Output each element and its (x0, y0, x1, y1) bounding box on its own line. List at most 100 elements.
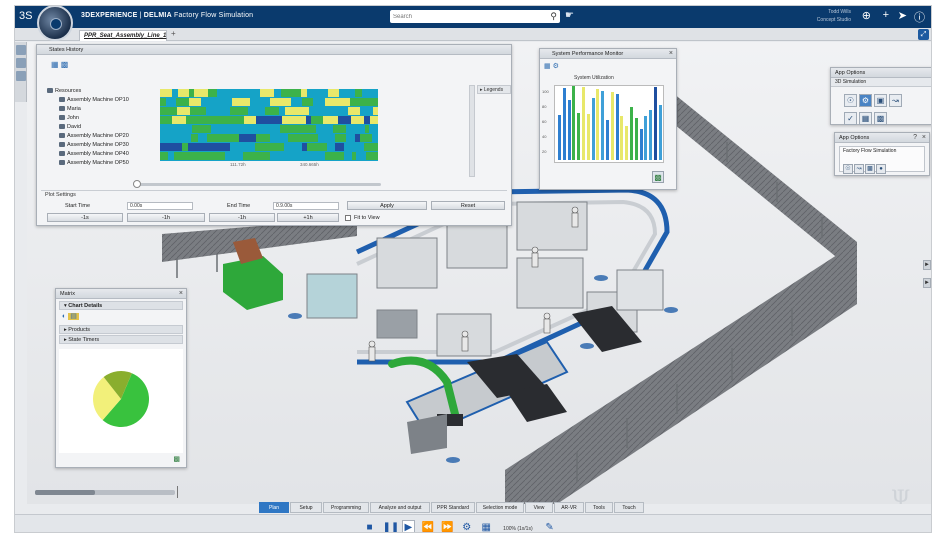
stop-icon[interactable]: ■ (363, 521, 376, 532)
reset-button[interactable]: Reset (431, 201, 505, 210)
apply-button[interactable]: Apply (347, 201, 427, 210)
export-icon[interactable]: ▩ (61, 60, 69, 69)
layout-icon[interactable]: ▦ (859, 112, 872, 125)
check-icon[interactable]: ✓ (844, 112, 857, 125)
tree-item[interactable]: Assembly Machine OP40 (47, 150, 159, 159)
gantt-row[interactable] (160, 89, 378, 97)
user-role[interactable]: Concept Studio (817, 17, 851, 23)
tab-active-document[interactable]: PPR_Seat_Assembly_Line_1 (79, 30, 167, 41)
start-time-field[interactable]: 0.00s (127, 202, 193, 210)
search-input[interactable] (393, 11, 533, 22)
tab-selection-mode[interactable]: Selection mode (476, 502, 524, 513)
app-options-title[interactable]: App Options (831, 68, 931, 78)
time-range-slider[interactable] (133, 180, 381, 188)
toolbar-filter-icon[interactable] (16, 71, 26, 81)
gantt-row[interactable] (160, 98, 378, 106)
tree-item[interactable]: John (47, 114, 159, 123)
bar-chart-icon[interactable]: ▤ (68, 313, 79, 320)
gantt-row[interactable] (160, 134, 378, 142)
spm-title[interactable]: System Performance Monitor × (540, 49, 676, 59)
step-button[interactable]: -1h (209, 213, 275, 222)
slider-knob[interactable] (133, 180, 141, 188)
utilization-chart[interactable] (554, 85, 664, 163)
tree-item[interactable]: Assembly Machine OP10 (47, 96, 159, 105)
help-icon[interactable]: ? (913, 133, 917, 143)
search-icon[interactable]: ⚲ (550, 11, 557, 22)
step-button[interactable]: +1h (277, 213, 339, 222)
right-nav-icon-1[interactable]: ► (923, 260, 931, 270)
pie-chart[interactable] (59, 349, 183, 453)
camera-icon[interactable]: ▣ (874, 94, 887, 107)
states-history-title[interactable]: States History (37, 45, 511, 55)
chart-icon[interactable]: ▦ (51, 60, 59, 69)
tab-plan[interactable]: Plan (259, 502, 289, 513)
help-icon[interactable]: ⓘ (914, 9, 925, 25)
fast-forward-icon[interactable]: ⏩ (441, 521, 454, 532)
play-icon[interactable]: ▶ (401, 520, 415, 532)
fit-to-view-checkbox[interactable] (345, 215, 351, 221)
close-icon[interactable]: × (669, 49, 673, 59)
search-box[interactable]: ⚲ (390, 10, 560, 23)
speed-label[interactable]: 100% (1x/1s) (503, 522, 532, 532)
tab-setup[interactable]: Setup (290, 502, 322, 513)
end-time-field[interactable]: 0.9.00s (273, 202, 339, 210)
toolbar-pin-icon[interactable] (16, 45, 26, 55)
monitor-icon[interactable]: ▩ (865, 164, 875, 174)
step-button[interactable]: -1h (127, 213, 205, 222)
vertical-scrollbar[interactable] (469, 85, 475, 177)
tag-icon[interactable]: ☛ (565, 10, 574, 21)
filter-icon[interactable]: ⚙ (553, 63, 559, 70)
app-options-section[interactable]: 3D Simulation (831, 78, 931, 87)
compass-icon[interactable] (37, 6, 73, 41)
pin-icon[interactable]: ● (876, 164, 886, 174)
tool-icon[interactable]: ✎ (543, 521, 556, 532)
tree-item[interactable]: Assembly Machine OP30 (47, 141, 159, 150)
share-icon[interactable]: ⊕ (862, 9, 871, 22)
display-icon[interactable]: ☉ (844, 94, 857, 107)
right-nav-icon-2[interactable]: ► (923, 278, 931, 288)
tree-item[interactable]: Maria (47, 105, 159, 114)
tab-touch[interactable]: Touch (614, 502, 644, 513)
close-icon[interactable]: × (179, 289, 183, 299)
flow-icon[interactable]: ↝ (854, 164, 864, 174)
pie-chart-icon[interactable]: ◐ (62, 313, 66, 320)
tab-tools[interactable]: Tools (585, 502, 613, 513)
resource-icon[interactable]: ☉ (843, 164, 853, 174)
tab-programming[interactable]: Programming (323, 502, 369, 513)
state-timers-row[interactable]: ▸ State Timers (59, 335, 183, 344)
chart-details-header[interactable]: ▾ Chart Details (59, 301, 183, 310)
grid-icon[interactable]: ▦ (480, 521, 493, 532)
add-icon[interactable]: + (883, 9, 889, 21)
gantt-row[interactable] (160, 116, 378, 124)
close-icon[interactable]: × (922, 133, 926, 143)
path-icon[interactable]: ↝ (889, 94, 902, 107)
tab-ppr-standard[interactable]: PPR Standard (431, 502, 475, 513)
tree-item[interactable]: Assembly Machine OP50 (47, 159, 159, 168)
step-button[interactable]: -1s (47, 213, 123, 222)
settings-icon[interactable]: ⚙ (460, 521, 473, 532)
simulation-timeline[interactable] (35, 490, 175, 495)
gantt-row[interactable] (160, 125, 378, 133)
tab-analyze-output[interactable]: Analyze and output (370, 502, 430, 513)
tab-ar-vr[interactable]: AR-VR (554, 502, 584, 513)
gantt-row[interactable] (160, 143, 378, 151)
user-name[interactable]: Todd Wills (828, 9, 851, 15)
tree-root[interactable]: Resources (47, 87, 159, 96)
chart-export-icon[interactable]: ▩ (652, 171, 664, 183)
grid-icon[interactable]: ▩ (874, 112, 887, 125)
maximize-icon[interactable]: ⤢ (918, 29, 929, 40)
legends-header[interactable]: ▸ Legends (477, 85, 511, 94)
gantt-row[interactable] (160, 152, 378, 160)
chart-export-icon[interactable]: ▩ (173, 455, 180, 463)
add-tab-button[interactable]: + (171, 29, 176, 38)
tree-item[interactable]: Assembly Machine OP20 (47, 132, 159, 141)
rewind-icon[interactable]: ⏪ (421, 521, 434, 532)
simulation-icon[interactable]: ⚙ (859, 94, 872, 107)
settings-icon[interactable]: ▦ (544, 63, 551, 70)
tab-view[interactable]: View (525, 502, 553, 513)
toolbar-tree-icon[interactable] (16, 58, 26, 68)
state-gantt-chart[interactable] (160, 89, 378, 161)
matrix-title[interactable]: Matrix × (56, 289, 186, 299)
tree-item[interactable]: David (47, 123, 159, 132)
arrow-icon[interactable]: ➤ (898, 9, 907, 22)
